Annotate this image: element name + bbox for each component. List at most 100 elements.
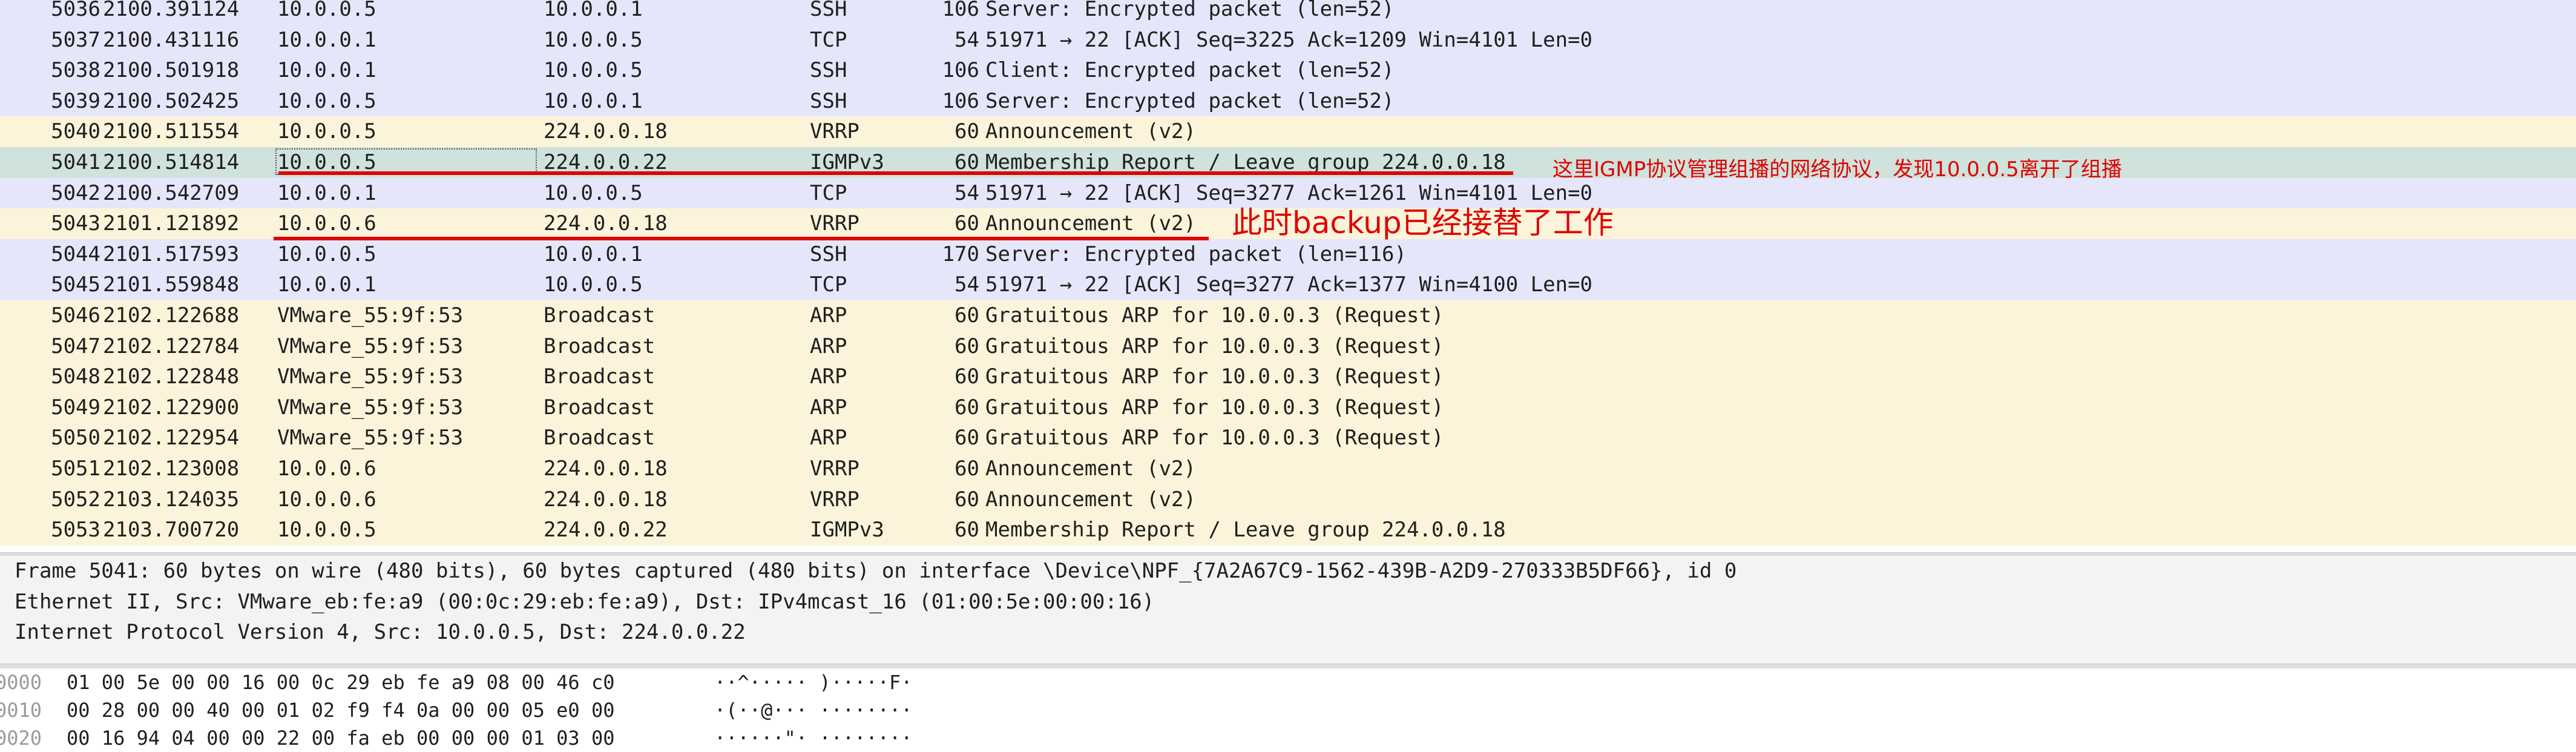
bytes-hex[interactable]: 00 28 00 00 40 00 01 02 f9 f4 0a 00 00 0… xyxy=(67,696,614,724)
bytes-ascii[interactable]: ·(··@··· ········ xyxy=(714,696,913,724)
detail-line-ethernet[interactable]: Ethernet II, Src: VMware_eb:fe:a9 (00:0c… xyxy=(15,587,1154,618)
packet-protocol: VRRP xyxy=(810,487,859,512)
packet-destination: 10.0.0.1 xyxy=(544,88,643,113)
packet-length: 60 xyxy=(954,395,979,420)
packet-protocol: TCP xyxy=(810,180,847,205)
packet-info: Announcement (v2) xyxy=(985,119,1196,144)
packet-length: 106 xyxy=(942,88,979,113)
packet-source: 10.0.0.5 xyxy=(277,88,376,113)
packet-length: 60 xyxy=(954,119,979,144)
packet-time: 2102.123008 xyxy=(103,457,240,481)
packet-time: 2100.431116 xyxy=(103,27,240,52)
packet-row[interactable]: 5040 2100.511554 10.0.0.5 224.0.0.18 VRRP 60 A… xyxy=(0,116,2576,147)
bytes-ascii[interactable]: ······"· ········ xyxy=(714,724,913,752)
packet-protocol: TCP xyxy=(810,272,847,297)
packet-destination: 10.0.0.5 xyxy=(544,27,643,52)
packet-row[interactable]: 5053 2103.700720 10.0.0.5 224.0.0.22 IGMPv3 6… xyxy=(0,515,2576,546)
packet-source: 10.0.0.1 xyxy=(277,27,376,52)
packet-row[interactable]: 5038 2100.501918 10.0.0.1 10.0.0.5 SSH 106 Cli… xyxy=(0,55,2576,86)
packet-protocol: SSH xyxy=(810,58,847,83)
packet-source: 10.0.0.1 xyxy=(277,272,376,297)
packet-row[interactable]: 5051 2102.123008 10.0.0.6 224.0.0.18 VRRP 60 A… xyxy=(0,454,2576,484)
packet-length: 54 xyxy=(954,272,979,297)
packet-protocol: ARP xyxy=(810,334,847,358)
packet-protocol: ARP xyxy=(810,303,847,328)
detail-line-ip[interactable]: Internet Protocol Version 4, Src: 10.0.0… xyxy=(15,617,746,648)
packet-info: Server: Encrypted packet (len=52) xyxy=(985,88,1395,113)
packet-row[interactable]: 5046 2102.122688 VMware_55:9f:53 Broadcast A… xyxy=(0,300,2576,331)
packet-list-pane[interactable]: 5036 2100.391124 10.0.0.5 10.0.0.1 SSH 106 Ser… xyxy=(0,0,2576,552)
packet-bytes-pane[interactable]: 0000 01 00 5e 00 00 16 00 0c 29 eb fe a9… xyxy=(0,668,2576,752)
packet-time: 2102.122848 xyxy=(103,364,240,389)
packet-source: 10.0.0.1 xyxy=(277,58,376,83)
packet-source: 10.0.0.6 xyxy=(277,211,376,236)
bytes-offset: 0020 xyxy=(0,727,42,750)
packet-protocol: VRRP xyxy=(810,119,859,144)
packet-row[interactable]: 5039 2100.502425 10.0.0.5 10.0.0.1 SSH 106 Ser… xyxy=(0,85,2576,117)
packet-info: Membership Report / Leave group 224.0.0.… xyxy=(985,518,1506,543)
packet-row[interactable]: 5037 2100.431116 10.0.0.1 10.0.0.5 TCP 54 5197… xyxy=(0,24,2576,56)
packet-info: Server: Encrypted packet (len=116) xyxy=(985,242,1407,266)
packet-info: Gratuitous ARP for 10.0.0.3 (Request) xyxy=(985,334,1444,358)
packet-source: 10.0.0.1 xyxy=(277,180,376,205)
packet-info: Announcement (v2) xyxy=(985,457,1196,481)
packet-destination: 10.0.0.5 xyxy=(544,180,643,205)
packet-time: 2103.124035 xyxy=(103,487,240,512)
detail-line-frame[interactable]: Frame 5041: 60 bytes on wire (480 bits),… xyxy=(15,556,1736,587)
packet-length: 54 xyxy=(954,180,979,205)
packet-no: 5046 xyxy=(51,303,100,328)
packet-row[interactable]: 5047 2102.122784 VMware_55:9f:53 Broadcast A… xyxy=(0,331,2576,362)
packet-time: 2102.122954 xyxy=(103,426,240,450)
packet-no: 5048 xyxy=(51,364,100,389)
packet-row[interactable]: 5044 2101.517593 10.0.0.5 10.0.0.1 SSH 170 Ser… xyxy=(0,239,2576,270)
packet-time: 2100.501918 xyxy=(103,58,240,83)
bytes-hex[interactable]: 01 00 5e 00 00 16 00 0c 29 eb fe a9 08 0… xyxy=(67,668,614,696)
packet-no: 5050 xyxy=(51,426,100,450)
packet-no: 5043 xyxy=(51,211,100,236)
packet-row[interactable]: 5045 2101.559848 10.0.0.1 10.0.0.5 TCP 54 5197… xyxy=(0,269,2576,300)
packet-row[interactable]: 5050 2102.122954 VMware_55:9f:53 Broadcast A… xyxy=(0,423,2576,454)
packet-protocol: TCP xyxy=(810,27,847,52)
packet-source: 10.0.0.5 xyxy=(277,242,376,266)
packet-info: Announcement (v2) xyxy=(985,487,1196,512)
packet-length: 54 xyxy=(954,27,979,52)
packet-protocol: SSH xyxy=(810,0,847,21)
bytes-ascii[interactable]: ··^····· )·····F· xyxy=(714,668,913,696)
packet-info: Server: Encrypted packet (len=52) xyxy=(985,0,1395,21)
packet-row[interactable]: 5048 2102.122848 VMware_55:9f:53 Broadcast A… xyxy=(0,361,2576,392)
packet-source: VMware_55:9f:53 xyxy=(277,303,464,328)
packet-source: 10.0.0.5 xyxy=(277,518,376,543)
packet-time: 2100.511554 xyxy=(103,119,240,144)
packet-details-pane[interactable]: Frame 5041: 60 bytes on wire (480 bits),… xyxy=(0,556,2576,664)
packet-source: VMware_55:9f:53 xyxy=(277,426,464,450)
packet-destination: 224.0.0.22 xyxy=(544,518,668,543)
annotation-underline xyxy=(274,237,1209,240)
packet-destination: Broadcast xyxy=(544,364,656,389)
packet-destination: Broadcast xyxy=(544,395,656,420)
packet-row[interactable]: 5036 2100.391124 10.0.0.5 10.0.0.1 SSH 106 Ser… xyxy=(0,0,2576,25)
packet-info: Announcement (v2) xyxy=(985,211,1196,236)
packet-row[interactable]: 5052 2103.124035 10.0.0.6 224.0.0.18 VRRP 60 A… xyxy=(0,484,2576,515)
packet-time: 2100.502425 xyxy=(103,88,240,113)
annotation-backup-note: 此时backup已经接替了工作 xyxy=(1232,205,1614,240)
packet-info: Gratuitous ARP for 10.0.0.3 (Request) xyxy=(985,303,1444,328)
bytes-hex[interactable]: 00 16 94 04 00 00 22 00 fa eb 00 00 00 0… xyxy=(67,724,614,752)
packet-time: 2101.559848 xyxy=(103,272,240,297)
packet-destination: 224.0.0.18 xyxy=(544,119,668,144)
bytes-offset: 0010 xyxy=(0,699,42,722)
packet-source: 10.0.0.5 xyxy=(277,119,376,144)
packet-destination: 224.0.0.18 xyxy=(544,211,668,236)
annotation-igmp-note: 这里IGMP协议管理组播的网络协议，发现10.0.0.5离开了组播 xyxy=(1552,157,2122,182)
packet-info: Gratuitous ARP for 10.0.0.3 (Request) xyxy=(985,364,1444,389)
packet-protocol: SSH xyxy=(810,88,847,113)
packet-no: 5045 xyxy=(51,272,100,297)
packet-source: 10.0.0.6 xyxy=(277,487,376,512)
packet-row[interactable]: 5049 2102.122900 VMware_55:9f:53 Broadcast A… xyxy=(0,392,2576,423)
packet-source: 10.0.0.6 xyxy=(277,457,376,481)
packet-no: 5041 xyxy=(51,150,100,174)
packet-protocol: VRRP xyxy=(810,211,859,236)
packet-time: 2102.122688 xyxy=(103,303,240,328)
packet-no: 5037 xyxy=(51,27,100,52)
packet-no: 5036 xyxy=(51,0,100,21)
packet-info: Gratuitous ARP for 10.0.0.3 (Request) xyxy=(985,395,1444,420)
